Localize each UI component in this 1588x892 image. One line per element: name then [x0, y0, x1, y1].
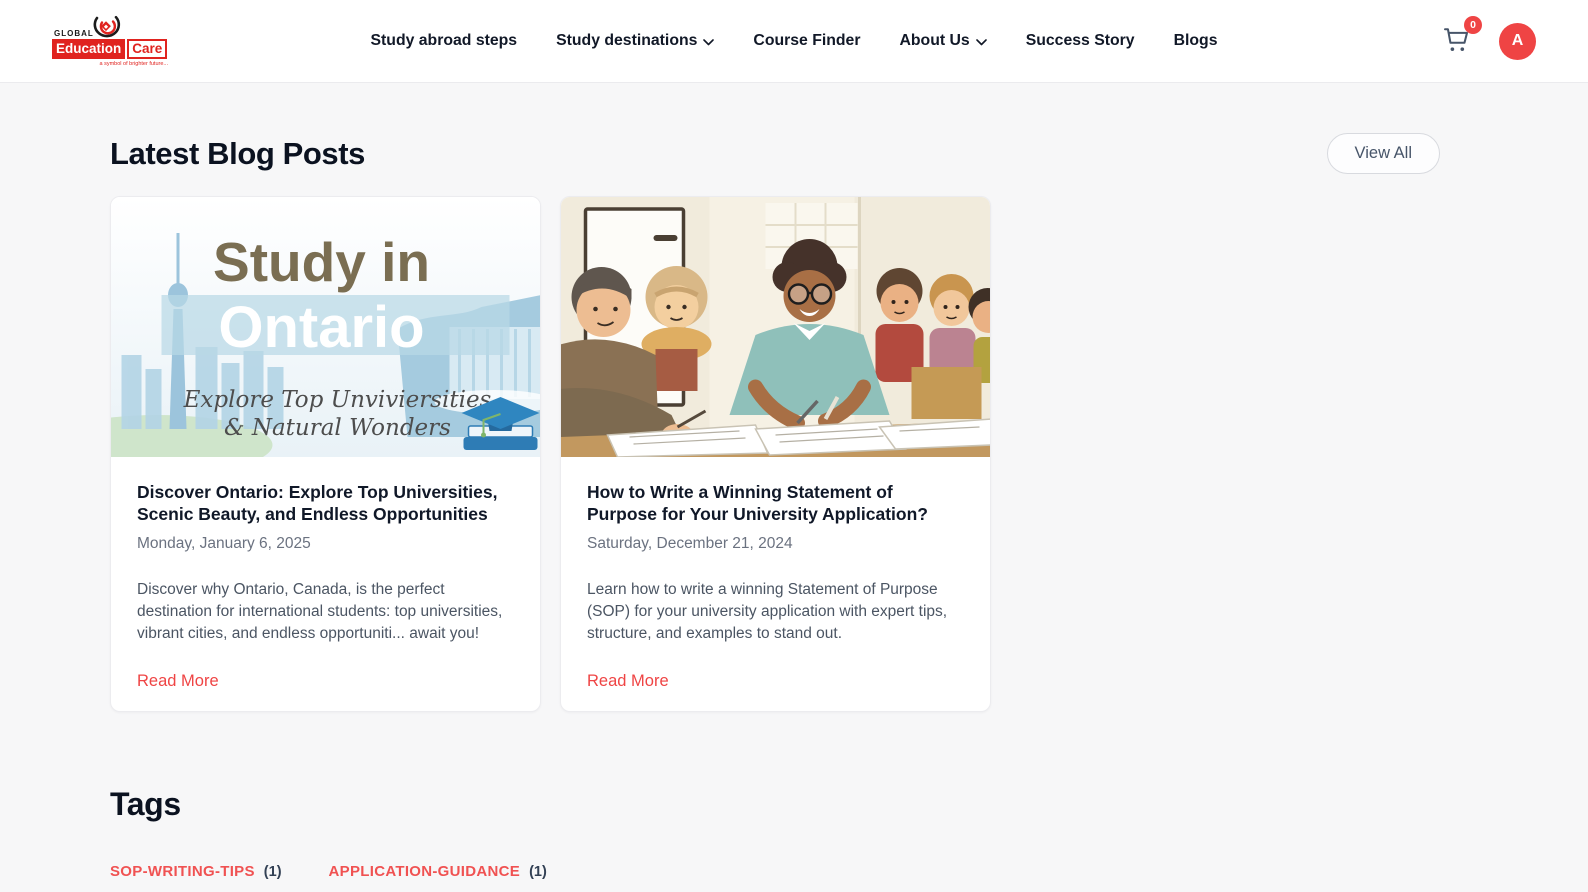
- read-more-link[interactable]: Read More: [587, 672, 669, 691]
- header-actions: 0 A: [1440, 16, 1536, 60]
- site-logo[interactable]: GLOBAL Education Care a symbol of bright…: [52, 12, 168, 70]
- logo-education-text: Education: [52, 39, 126, 59]
- image-headline-2: Ontario: [218, 295, 424, 360]
- tags-title: Tags: [110, 786, 181, 822]
- blog-card-list: Study in Ontario Explore Top Unviviersit…: [110, 196, 1440, 712]
- tag-application-guidance[interactable]: APPLICATION-GUIDANCE (1): [329, 863, 547, 880]
- nav-item-study-abroad-steps[interactable]: Study abroad steps: [371, 32, 518, 50]
- tag-sop-writing-tips[interactable]: SOP-WRITING-TIPS (1): [110, 863, 282, 880]
- post-date: Saturday, December 21, 2024: [587, 534, 793, 552]
- image-subline-2: & Natural Wonders: [224, 415, 451, 441]
- nav-item-success-story[interactable]: Success Story: [1026, 32, 1135, 50]
- page-title: Latest Blog Posts: [110, 135, 366, 171]
- blog-card-ontario: Study in Ontario Explore Top Unviviersit…: [110, 196, 541, 712]
- logo-global-text: GLOBAL: [54, 29, 94, 38]
- main-content: Latest Blog Posts View All Study in Onta…: [110, 133, 1440, 880]
- tag-label: APPLICATION-GUIDANCE: [328, 863, 521, 880]
- header: GLOBAL Education Care a symbol of bright…: [0, 0, 1588, 83]
- post-excerpt: Learn how to write a winning Statement o…: [587, 580, 948, 642]
- post-excerpt: Discover why Ontario, Canada, is the per…: [137, 580, 503, 642]
- main-nav: Study abroad steps Study destinations Co…: [168, 32, 1420, 50]
- card-body: How to Write a Winning Statement of Purp…: [561, 457, 990, 711]
- nav-item-blogs[interactable]: Blogs: [1174, 32, 1218, 50]
- blog-section-header: Latest Blog Posts View All: [110, 133, 1440, 174]
- card-body: Discover Ontario: Explore Top Universiti…: [111, 457, 540, 711]
- cart-badge: 0: [1464, 16, 1482, 34]
- chevron-down-icon: [703, 38, 715, 45]
- logo-wordmark: Education Care: [52, 39, 168, 59]
- nav-item-course-finder[interactable]: Course Finder: [753, 32, 860, 50]
- post-date: Monday, January 6, 2025: [137, 534, 311, 552]
- post-image-ontario[interactable]: Study in Ontario Explore Top Unviviersit…: [111, 197, 540, 457]
- nav-label: Success Story: [1025, 32, 1135, 49]
- nav-label: Study destinations: [556, 32, 698, 49]
- logo-swirl-icon: [93, 15, 121, 38]
- nav-item-about-us[interactable]: About Us: [900, 32, 987, 50]
- image-subline-1: Explore Top Unviviersities: [183, 387, 492, 413]
- post-title[interactable]: Discover Ontario: Explore Top Universiti…: [137, 482, 514, 526]
- tag-count: (1): [529, 864, 547, 880]
- logo-tagline: a symbol of brighter future...: [99, 61, 168, 67]
- logo-care-text: Care: [127, 39, 168, 59]
- nav-item-study-destinations[interactable]: Study destinations: [556, 32, 715, 50]
- image-headline-1: Study in: [213, 231, 430, 293]
- nav-label: Course Finder: [753, 32, 861, 49]
- tag-count: (1): [263, 864, 282, 880]
- tag-label: SOP-WRITING-TIPS: [110, 863, 255, 880]
- classroom-illustration: [561, 197, 990, 457]
- nav-label: Study abroad steps: [370, 32, 518, 49]
- tags-list: SOP-WRITING-TIPS (1) APPLICATION-GUIDANC…: [110, 863, 1440, 880]
- post-image-classroom[interactable]: [561, 197, 990, 457]
- chevron-down-icon: [975, 38, 987, 45]
- blog-card-sop: How to Write a Winning Statement of Purp…: [560, 196, 991, 712]
- read-more-link[interactable]: Read More: [137, 672, 219, 691]
- nav-label: Blogs: [1173, 32, 1218, 49]
- cart-button[interactable]: 0: [1440, 16, 1482, 59]
- avatar[interactable]: A: [1499, 22, 1536, 60]
- ontario-illustration: Study in Ontario Explore Top Unviviersit…: [111, 197, 540, 457]
- view-all-button[interactable]: View All: [1326, 133, 1440, 174]
- nav-label: About Us: [899, 32, 970, 49]
- post-title[interactable]: How to Write a Winning Statement of Purp…: [587, 482, 964, 526]
